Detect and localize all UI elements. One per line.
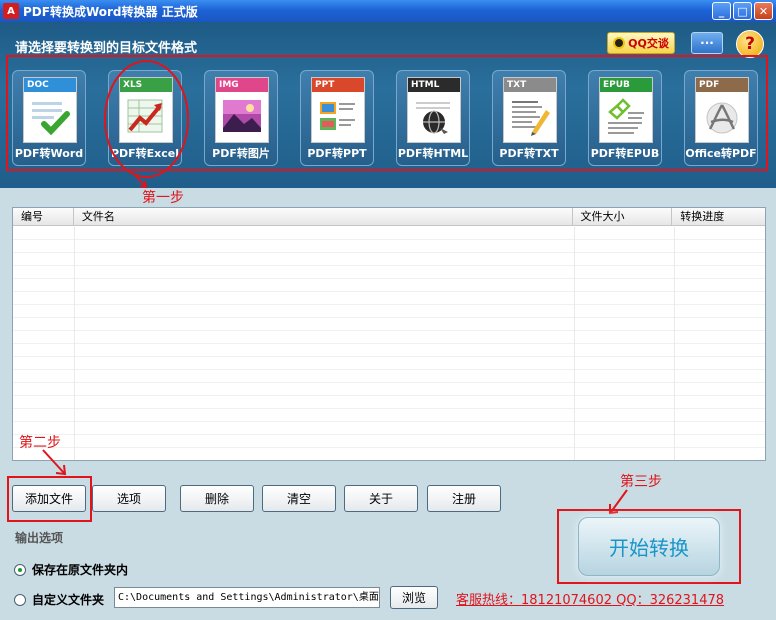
step-arrow-icon: [42, 449, 67, 476]
register-button[interactable]: 注册: [427, 485, 501, 512]
panel-title: 请选择要转换到的目标文件格式: [15, 41, 198, 56]
clear-button[interactable]: 清空: [262, 485, 336, 512]
column-header-filename[interactable]: 文件名: [74, 208, 573, 225]
start-convert-button[interactable]: 开始转换: [578, 517, 720, 576]
delete-button[interactable]: 删除: [180, 485, 254, 512]
column-divider: [74, 227, 75, 460]
radio-label: 自定义文件夹: [32, 593, 105, 607]
excel-highlight-oval: [104, 60, 189, 178]
help-icon[interactable]: ?: [736, 30, 764, 58]
qq-chat-button[interactable]: QQ交谈: [607, 32, 675, 54]
column-header-size[interactable]: 文件大小: [573, 208, 673, 225]
step-one-label: 第一步: [142, 190, 184, 206]
qq-chat-label: QQ交谈: [628, 37, 669, 50]
output-path-field[interactable]: C:\Documents and Settings\Administrator\…: [114, 587, 380, 608]
column-divider: [574, 227, 575, 460]
column-divider: [674, 227, 675, 460]
output-options-title: 输出选项: [15, 531, 64, 545]
radio-button[interactable]: [14, 563, 26, 576]
window-title: PDF转换成Word转换器 正式版: [23, 4, 198, 19]
radio-button[interactable]: [14, 593, 26, 606]
pdf-app-icon: A: [3, 3, 19, 19]
file-table[interactable]: 编号 文件名 文件大小 转换进度: [12, 207, 766, 461]
radio-save-original[interactable]: 保存在原文件夹内: [14, 561, 128, 578]
table-body: [13, 227, 765, 460]
radio-label: 保存在原文件夹内: [32, 563, 129, 577]
column-header-index[interactable]: 编号: [13, 208, 74, 225]
qq-icon: [613, 37, 626, 49]
add-file-button[interactable]: 添加文件: [12, 485, 86, 512]
close-button[interactable]: ✕: [754, 2, 773, 20]
title-bar: A PDF转换成Word转换器 正式版 _ □ ✕: [0, 0, 776, 22]
minimize-button[interactable]: _: [712, 2, 731, 20]
options-button[interactable]: 选项: [92, 485, 166, 512]
radio-custom-folder[interactable]: 自定义文件夹: [14, 591, 104, 608]
table-header: 编号 文件名 文件大小 转换进度: [13, 208, 765, 226]
window-controls: _ □ ✕: [712, 2, 773, 20]
support-hotline[interactable]: 客服热线：18121074602 QQ：326231478: [456, 589, 724, 608]
about-button[interactable]: 关于: [344, 485, 418, 512]
browse-button[interactable]: 浏览: [390, 586, 438, 609]
menu-button[interactable]: ···: [691, 32, 723, 54]
maximize-button[interactable]: □: [733, 2, 752, 20]
column-header-progress[interactable]: 转换进度: [672, 208, 765, 225]
